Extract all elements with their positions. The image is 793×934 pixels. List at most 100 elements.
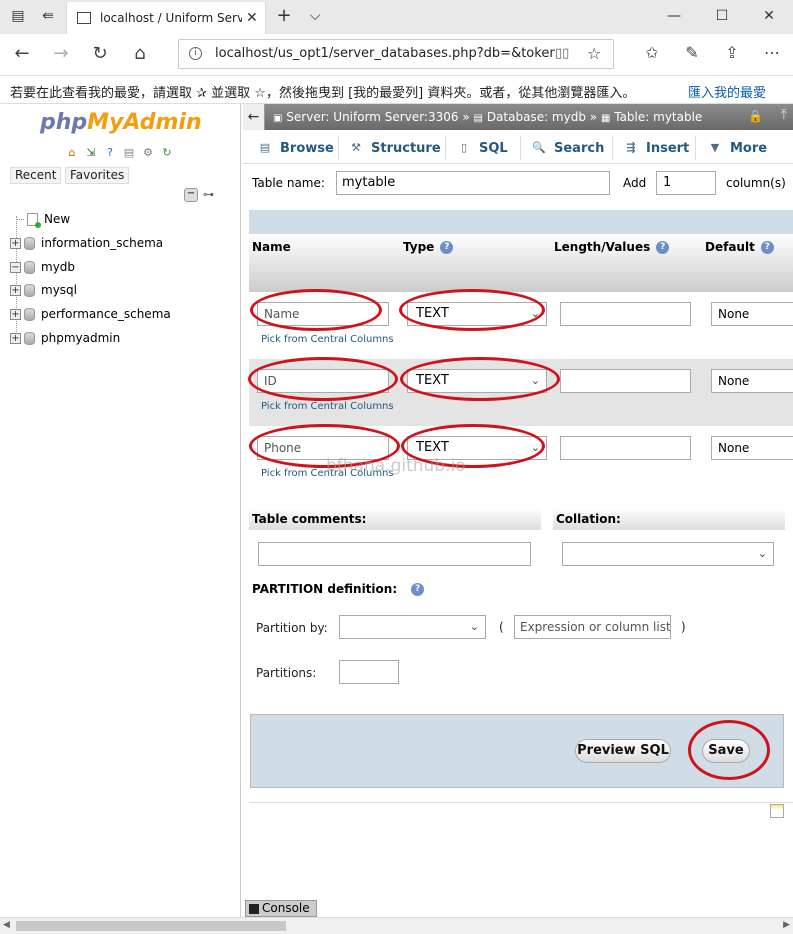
field-type-select[interactable]: TEXT ⌄ — [407, 369, 547, 393]
chevron-down-icon: ⌄ — [469, 620, 479, 633]
expand-icon[interactable]: + — [10, 308, 21, 320]
breadcrumb-table[interactable]: Table: mytable — [614, 110, 702, 124]
menu-more[interactable]: ▼ More — [707, 139, 767, 157]
collation-select[interactable]: ⌄ — [562, 542, 774, 566]
tree-item-label[interactable]: information_schema — [41, 236, 163, 250]
menu-structure[interactable]: ⚒ Structure — [348, 139, 441, 157]
tab-recent[interactable]: Recent — [10, 167, 62, 184]
close-tab-icon[interactable]: ✕ — [246, 10, 258, 26]
minimize-icon[interactable]: — — [664, 8, 684, 24]
back-arrow-icon[interactable]: ← — [10, 43, 34, 64]
address-bar[interactable]: i localhost/us_opt1/server_databases.php… — [178, 39, 614, 69]
pick-central-columns-link[interactable]: Pick from Central Columns — [261, 334, 394, 345]
field-length-input[interactable] — [560, 302, 691, 326]
page-settings-icon[interactable] — [770, 804, 784, 818]
expand-icon[interactable]: + — [10, 332, 21, 344]
home-icon[interactable]: ⌂ — [64, 146, 80, 160]
new-tab-icon[interactable]: + — [274, 5, 294, 26]
scroll-top-icon[interactable]: ⤒ — [781, 107, 787, 123]
reading-view-icon[interactable]: ▯▯ — [555, 46, 569, 61]
help-icon[interactable]: ? — [102, 146, 118, 160]
console-toggle[interactable]: Console — [245, 900, 317, 917]
favorites-icon[interactable]: ✩ — [640, 43, 664, 62]
field-default-select[interactable]: None — [711, 436, 793, 460]
logout-icon[interactable]: ⇲ — [83, 146, 99, 160]
scroll-left-icon[interactable]: ◀ — [3, 920, 10, 930]
logo-php: php — [40, 110, 88, 135]
partition-by-select[interactable]: ⌄ — [339, 615, 486, 639]
console-label: Console — [262, 901, 310, 915]
menu-sql[interactable]: ▯ SQL — [456, 139, 508, 157]
scroll-right-icon[interactable]: ▶ — [783, 920, 790, 930]
field-length-input[interactable] — [560, 369, 691, 393]
import-favorites-link[interactable]: 匯入我的最愛 — [688, 82, 766, 101]
save-button[interactable]: Save — [702, 739, 750, 763]
table-comments-input[interactable] — [258, 542, 531, 566]
maximize-icon[interactable]: ☐ — [712, 8, 732, 24]
back-to-nav-icon[interactable]: ← — [243, 104, 265, 130]
partitions-input[interactable] — [339, 660, 399, 684]
horizontal-scrollbar[interactable]: ◀ ▶ — [0, 917, 793, 934]
tree-item-label[interactable]: performance_schema — [41, 307, 171, 321]
field-default-select[interactable]: None — [711, 302, 793, 326]
tree-item-mydb[interactable]: − mydb — [10, 258, 75, 276]
scrollbar-thumb[interactable] — [16, 921, 286, 931]
add-columns-input[interactable]: 1 — [656, 171, 716, 195]
breadcrumb-database[interactable]: Database: mydb — [487, 110, 586, 124]
collapse-icon[interactable]: − — [10, 261, 21, 273]
chevron-down-icon: ⌄ — [530, 441, 540, 454]
tree-item-phpmyadmin[interactable]: + phpmyadmin — [10, 329, 120, 347]
field-type-select[interactable]: TEXT ⌄ — [407, 302, 547, 326]
collapse-all-icon[interactable]: − — [184, 188, 198, 202]
phpmyadmin-logo[interactable]: phpMyAdmin — [40, 110, 202, 135]
field-name-input[interactable]: ID — [257, 369, 389, 393]
tree-item-label[interactable]: New — [44, 212, 70, 226]
close-window-icon[interactable]: ✕ — [759, 8, 779, 24]
share-icon[interactable]: ⇪ — [720, 43, 744, 62]
link-with-main-icon[interactable]: ⊶ — [203, 188, 214, 201]
header-length: Length/Values? — [554, 240, 670, 254]
tab-favorites[interactable]: Favorites — [65, 167, 130, 184]
settings-gear-icon[interactable]: ⚙ — [140, 146, 156, 160]
help-icon[interactable]: ? — [411, 582, 425, 596]
tree-item-performance-schema[interactable]: + performance_schema — [10, 305, 171, 323]
refresh-icon[interactable]: ↻ — [88, 43, 112, 64]
forward-arrow-icon[interactable]: → — [49, 43, 73, 64]
expand-icon[interactable]: + — [10, 237, 21, 249]
pen-icon[interactable]: ✎ — [680, 43, 704, 62]
tree-item-information-schema[interactable]: + information_schema — [10, 234, 163, 252]
help-icon[interactable]: ? — [656, 240, 670, 254]
more-options-icon[interactable]: ⋯ — [760, 43, 784, 62]
menu-browse[interactable]: ▤ Browse — [257, 139, 334, 157]
menu-more-label: More — [730, 140, 768, 156]
console-icon — [249, 903, 259, 914]
tree-item-label[interactable]: mysql — [41, 283, 77, 297]
set-aside-tabs-icon[interactable]: ⇚ — [38, 8, 58, 24]
docs-icon[interactable]: ▤ — [121, 146, 137, 160]
tree-item-label[interactable]: mydb — [41, 260, 75, 274]
tab-actions-icon[interactable]: ▤ — [8, 8, 28, 24]
field-length-input[interactable] — [560, 436, 691, 460]
menu-insert[interactable]: ⇶ Insert — [623, 139, 689, 157]
pick-central-columns-link[interactable]: Pick from Central Columns — [261, 401, 394, 412]
help-icon[interactable]: ? — [440, 240, 454, 254]
tree-item-label[interactable]: phpmyadmin — [41, 331, 120, 345]
preview-sql-button[interactable]: Preview SQL — [575, 739, 671, 763]
breadcrumb-server[interactable]: Server: Uniform Server:3306 — [286, 110, 458, 124]
partition-expression-input[interactable]: Expression or column list — [514, 615, 671, 639]
menu-search[interactable]: 🔍 Search — [531, 139, 604, 157]
tree-item-new[interactable]: New — [16, 210, 70, 228]
browser-tab[interactable]: localhost / Uniform Serv ✕ — [66, 2, 266, 34]
tab-preview-chevron-icon[interactable]: ⌵ — [305, 8, 325, 24]
favorite-star-icon[interactable]: ☆ — [587, 44, 601, 63]
home-icon[interactable]: ⌂ — [128, 43, 152, 64]
tree-item-mysql[interactable]: + mysql — [10, 281, 77, 299]
help-icon[interactable]: ? — [760, 240, 774, 254]
reload-icon[interactable]: ↻ — [159, 146, 175, 160]
site-info-icon[interactable]: i — [189, 47, 202, 60]
field-default-select[interactable]: None — [711, 369, 793, 393]
expand-icon[interactable]: + — [10, 284, 21, 296]
field-name-input[interactable]: Name — [257, 302, 389, 326]
url-text[interactable]: localhost/us_opt1/server_databases.php?d… — [215, 46, 555, 61]
table-name-input[interactable]: mytable — [336, 171, 610, 195]
